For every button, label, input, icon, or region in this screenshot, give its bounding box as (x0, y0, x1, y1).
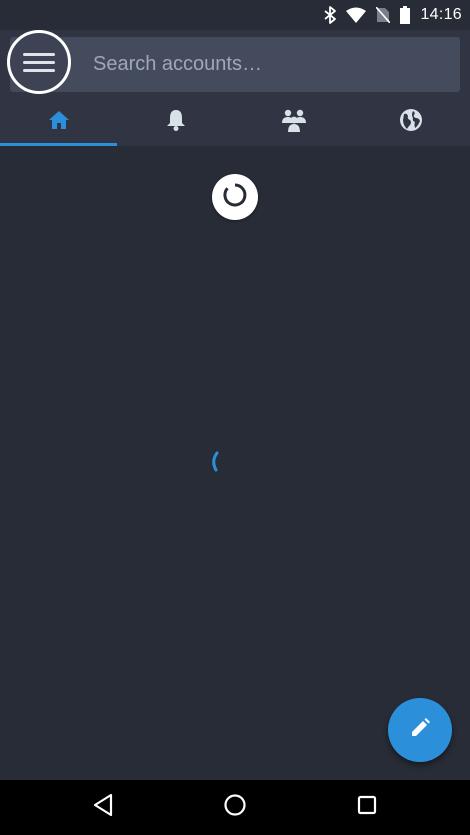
recents-icon (356, 794, 378, 821)
tab-local[interactable] (235, 98, 353, 146)
recents-button[interactable] (352, 792, 382, 822)
back-icon (92, 793, 114, 822)
tab-home[interactable] (0, 98, 118, 146)
back-button[interactable] (88, 792, 118, 822)
menu-button[interactable] (7, 30, 71, 94)
pull-to-refresh-spinner (212, 174, 258, 220)
pencil-icon (409, 717, 431, 744)
timeline-content (0, 146, 470, 780)
bell-icon (166, 109, 186, 136)
loading-spinner-icon (208, 451, 222, 478)
home-circle-icon (223, 793, 247, 822)
status-bar: 14:16 (0, 0, 470, 30)
wifi-icon (346, 7, 367, 23)
home-nav-button[interactable] (220, 792, 250, 822)
search-input[interactable]: Search accounts… (10, 37, 460, 92)
bluetooth-icon (324, 6, 337, 24)
battery-icon (400, 6, 411, 24)
screen: 14:16 Search accounts… (0, 0, 470, 835)
hamburger-icon (23, 48, 55, 77)
home-icon (48, 110, 70, 135)
globe-icon (399, 108, 423, 137)
navigation-bar (0, 780, 470, 835)
status-icons: 14:16 (324, 4, 462, 26)
tab-federated[interactable] (353, 98, 470, 146)
refresh-spinner-icon (222, 182, 248, 213)
tab-notifications[interactable] (118, 98, 236, 146)
search-placeholder: Search accounts… (93, 53, 262, 75)
users-icon (281, 108, 307, 137)
no-sim-icon (376, 7, 391, 23)
clock: 14:16 (420, 6, 462, 23)
compose-button[interactable] (388, 698, 452, 762)
tab-bar (0, 98, 470, 146)
